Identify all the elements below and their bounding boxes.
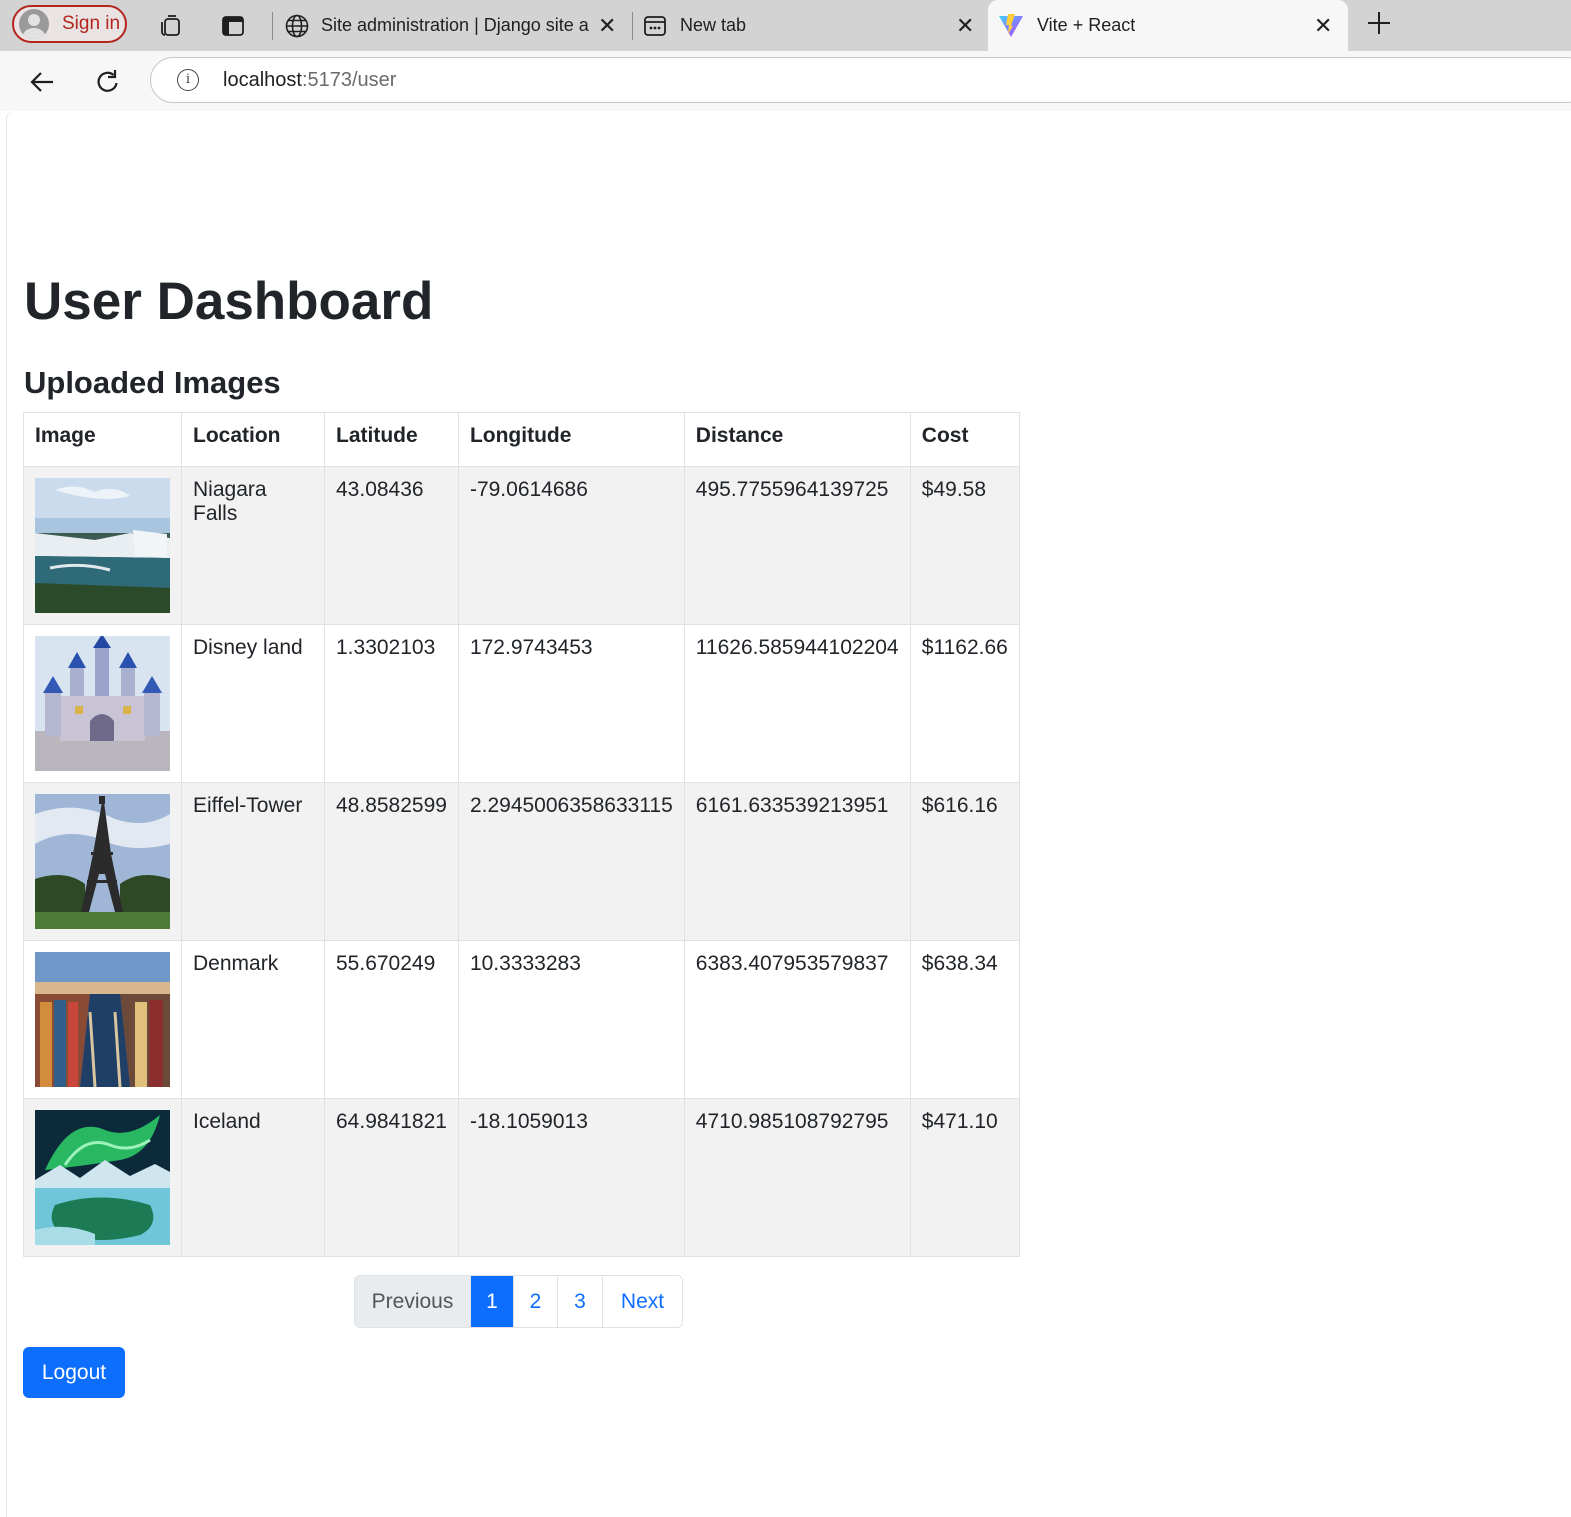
tab-title: New tab	[680, 15, 747, 35]
pagination-previous[interactable]: Previous	[355, 1276, 470, 1327]
distance-cell: 11626.585944102204	[683, 624, 911, 783]
sign-in-button[interactable]: Sign in	[12, 5, 127, 43]
sign-in-label: Sign in	[62, 13, 121, 34]
new-tab-plus-icon[interactable]	[1366, 10, 1392, 42]
image-cell	[23, 782, 182, 941]
pagination-next[interactable]: Next	[602, 1276, 682, 1327]
latitude-cell: 43.08436	[324, 466, 459, 625]
tab-separator	[272, 12, 273, 40]
iceland-aurora-thumbnail	[35, 1110, 170, 1245]
uploaded-images-table: Image Location Latitude Longitude Distan…	[23, 412, 1020, 1257]
tab-title: Vite + React	[1037, 15, 1136, 35]
table-header-row: Image Location Latitude Longitude Distan…	[23, 412, 1020, 467]
column-header-latitude: Latitude	[324, 412, 459, 467]
pagination: Previous 1 2 3 Next	[354, 1275, 683, 1328]
column-header-longitude: Longitude	[457, 412, 685, 467]
niagara-falls-thumbnail	[35, 478, 170, 613]
location-cell: Eiffel-Tower	[181, 782, 325, 941]
profile-avatar-icon	[19, 9, 49, 39]
browser-tab-bar: Sign in Site administration | Django sit…	[0, 0, 1571, 51]
table-row: Iceland 64.9841821 -18.1059013 4710.9851…	[23, 1098, 1020, 1257]
tab-django-admin[interactable]: Site administration | Django site a ✕	[280, 0, 630, 51]
pagination-page-1[interactable]: 1	[470, 1276, 513, 1327]
tab-separator	[632, 12, 633, 40]
column-header-cost: Cost	[909, 412, 1020, 467]
vite-icon	[998, 13, 1024, 44]
location-cell: Niagara Falls	[181, 466, 325, 625]
copenhagen-canal-thumbnail	[35, 952, 170, 1087]
close-tab-icon[interactable]: ✕	[1314, 13, 1332, 39]
table-row: Disney land 1.3302103 172.9743453 11626.…	[23, 624, 1020, 783]
disneyland-castle-thumbnail	[35, 636, 170, 771]
section-title: Uploaded Images	[24, 365, 281, 400]
cost-cell: $471.10	[909, 1098, 1020, 1257]
pagination-page-2[interactable]: 2	[513, 1276, 557, 1327]
distance-cell: 6161.633539213951	[683, 782, 911, 941]
image-cell	[23, 466, 182, 625]
url-text: localhost:5173/user	[223, 69, 396, 92]
column-header-image: Image	[23, 412, 182, 467]
browser-toolbar: i localhost:5173/user	[0, 51, 1571, 111]
address-bar[interactable]: i localhost:5173/user	[150, 57, 1571, 103]
cost-cell: $616.16	[909, 782, 1020, 941]
table-row: Eiffel-Tower 48.8582599 2.29450063586331…	[23, 782, 1020, 941]
table-row: Niagara Falls 43.08436 -79.0614686 495.7…	[23, 466, 1020, 625]
latitude-cell: 64.9841821	[324, 1098, 459, 1257]
back-arrow-icon[interactable]	[27, 67, 57, 97]
tab-actions-icon[interactable]	[220, 13, 246, 39]
pagination-page-3[interactable]: 3	[557, 1276, 602, 1327]
column-header-location: Location	[181, 412, 325, 467]
distance-cell: 495.7755964139725	[683, 466, 911, 625]
url-host: localhost	[223, 69, 302, 91]
distance-cell: 6383.407953579837	[683, 940, 911, 1099]
close-tab-icon[interactable]: ✕	[598, 13, 616, 39]
table-row: Denmark 55.670249 10.3333283 6383.407953…	[23, 940, 1020, 1099]
site-info-icon[interactable]: i	[177, 69, 199, 91]
longitude-cell: -18.1059013	[457, 1098, 685, 1257]
collections-icon[interactable]	[157, 13, 183, 39]
close-tab-icon[interactable]: ✕	[956, 13, 974, 39]
distance-cell: 4710.985108792795	[683, 1098, 911, 1257]
longitude-cell: 2.2945006358633115	[457, 782, 685, 941]
cost-cell: $49.58	[909, 466, 1020, 625]
tab-vite-react[interactable]: Vite + React ✕	[988, 0, 1348, 51]
tab-new-tab[interactable]: New tab ✕	[640, 0, 985, 51]
latitude-cell: 1.3302103	[324, 624, 459, 783]
cost-cell: $638.34	[909, 940, 1020, 1099]
globe-icon	[284, 13, 310, 44]
image-cell	[23, 624, 182, 783]
longitude-cell: 10.3333283	[457, 940, 685, 1099]
logout-button[interactable]: Logout	[23, 1347, 125, 1398]
page-viewport: User Dashboard Uploaded Images Image Loc…	[6, 111, 1571, 1517]
column-header-distance: Distance	[683, 412, 911, 467]
image-cell	[23, 1098, 182, 1257]
longitude-cell: -79.0614686	[457, 466, 685, 625]
latitude-cell: 48.8582599	[324, 782, 459, 941]
location-cell: Denmark	[181, 940, 325, 1099]
image-cell	[23, 940, 182, 1099]
url-path: :5173/user	[301, 69, 397, 91]
cost-cell: $1162.66	[909, 624, 1020, 783]
location-cell: Disney land	[181, 624, 325, 783]
latitude-cell: 55.670249	[324, 940, 459, 1099]
reload-icon[interactable]	[93, 67, 123, 97]
page-title: User Dashboard	[24, 272, 434, 331]
newtab-icon	[642, 13, 668, 44]
tab-title: Site administration | Django site a	[321, 15, 589, 35]
eiffel-tower-thumbnail	[35, 794, 170, 929]
longitude-cell: 172.9743453	[457, 624, 685, 783]
location-cell: Iceland	[181, 1098, 325, 1257]
